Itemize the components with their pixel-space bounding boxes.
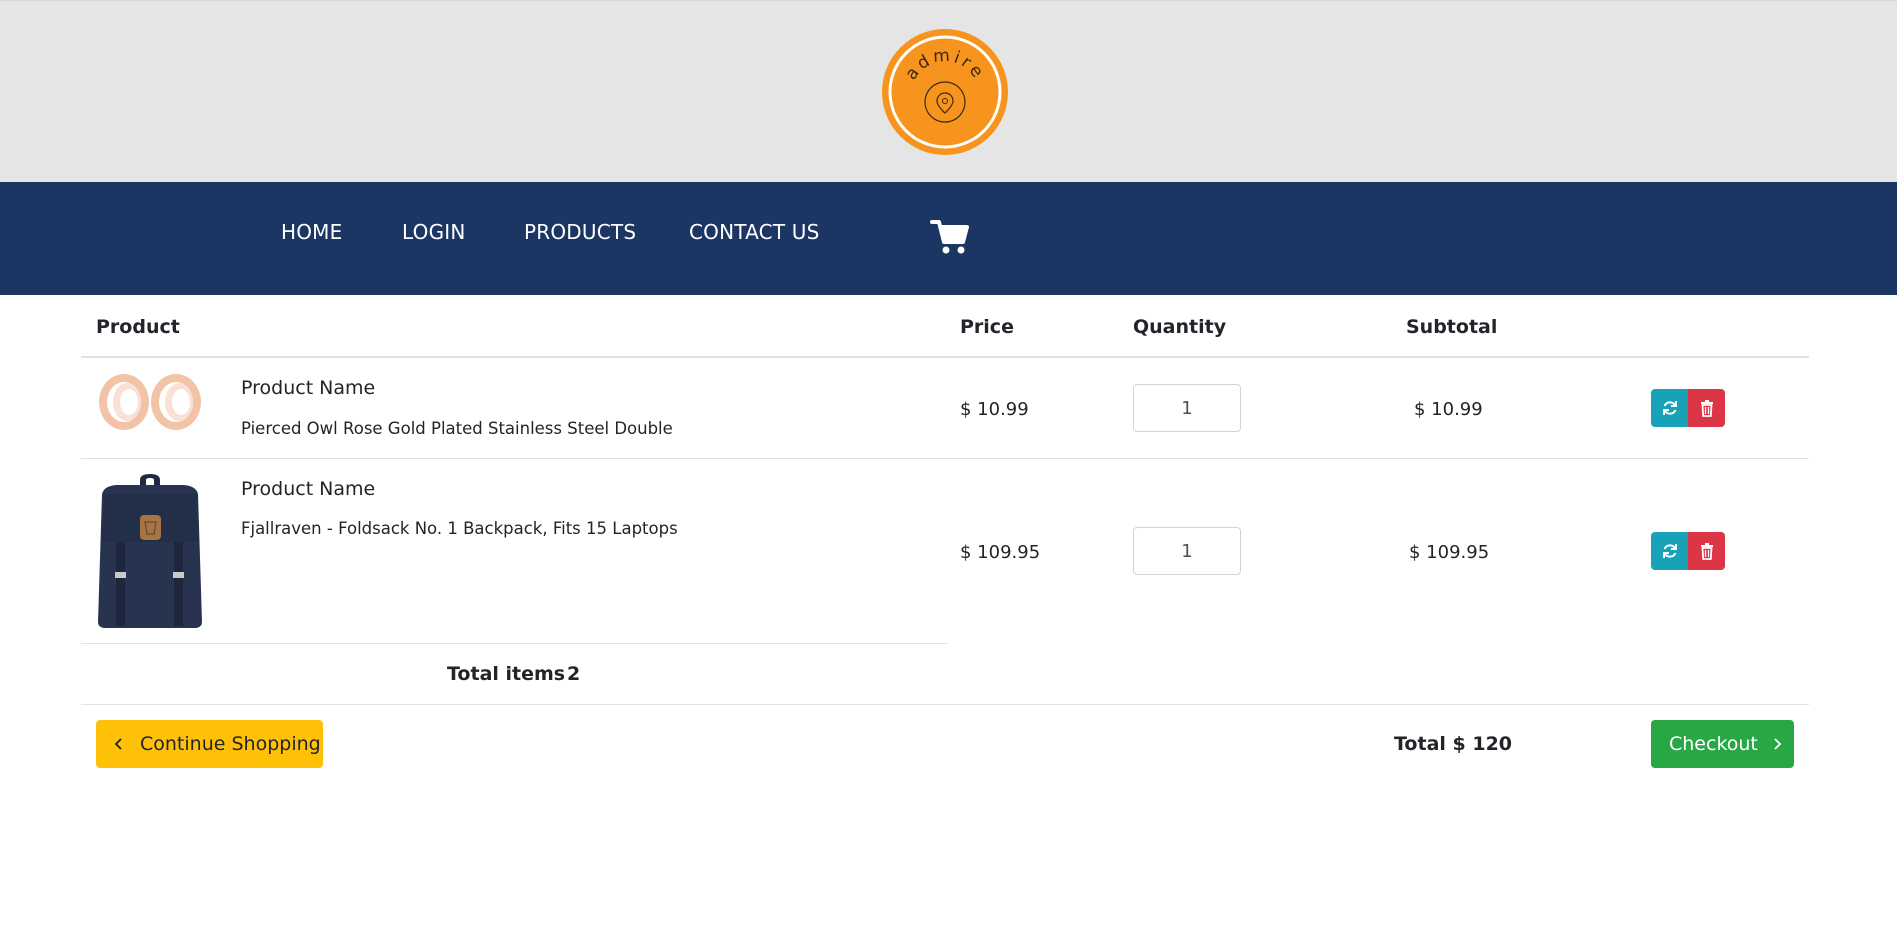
nav-contact-link[interactable]: CONTACT US	[689, 220, 820, 244]
product-name: Fjallraven - Foldsack No. 1 Backpack, Fi…	[241, 519, 678, 538]
product-price: $ 10.99	[960, 399, 1029, 420]
update-button[interactable]	[1651, 389, 1688, 427]
product-price: $ 109.95	[960, 542, 1041, 563]
delete-button[interactable]	[1688, 532, 1725, 570]
product-subtotal: $ 109.95	[1409, 542, 1490, 563]
trash-icon	[1700, 400, 1713, 417]
header-quantity: Quantity	[1133, 316, 1227, 338]
grand-total: Total $ 120	[1394, 733, 1513, 755]
summary-divider	[81, 704, 1809, 705]
product-subtotal: $ 10.99	[1414, 399, 1483, 420]
total-items-count: 2	[567, 663, 581, 685]
product-image	[96, 472, 204, 629]
refresh-icon	[1662, 544, 1677, 558]
header-divider	[81, 356, 1809, 358]
product-image	[96, 370, 204, 434]
refresh-icon	[1662, 401, 1677, 415]
product-name-label: Product Name	[241, 478, 376, 500]
update-button[interactable]	[1651, 532, 1688, 570]
product-name: Pierced Owl Rose Gold Plated Stainless S…	[241, 419, 673, 438]
row-divider	[81, 458, 1809, 459]
checkout-label: Checkout	[1669, 733, 1758, 755]
trash-icon	[1700, 543, 1713, 560]
header-price: Price	[960, 316, 1014, 338]
total-items-label: Total items	[447, 663, 566, 685]
shopping-cart-icon[interactable]	[930, 218, 970, 256]
product-name-label: Product Name	[241, 377, 376, 399]
continue-shopping-label: Continue Shopping	[140, 733, 321, 755]
chevron-left-icon	[114, 738, 122, 750]
chevron-right-icon	[1774, 738, 1782, 750]
header-subtotal: Subtotal	[1406, 316, 1498, 338]
delete-button[interactable]	[1688, 389, 1725, 427]
header-product: Product	[96, 316, 180, 338]
continue-shopping-button[interactable]: Continue Shopping	[96, 720, 323, 768]
quantity-input[interactable]	[1133, 527, 1241, 575]
nav-login-link[interactable]: LOGIN	[402, 220, 466, 244]
nav-products-link[interactable]: PRODUCTS	[524, 220, 636, 244]
brand-logo[interactable]: admire	[882, 29, 1008, 155]
quantity-input[interactable]	[1133, 384, 1241, 432]
nav-home-link[interactable]: HOME	[281, 220, 342, 244]
logo-text: admire	[901, 46, 988, 84]
checkout-button[interactable]: Checkout	[1651, 720, 1794, 768]
row-divider	[81, 643, 947, 644]
